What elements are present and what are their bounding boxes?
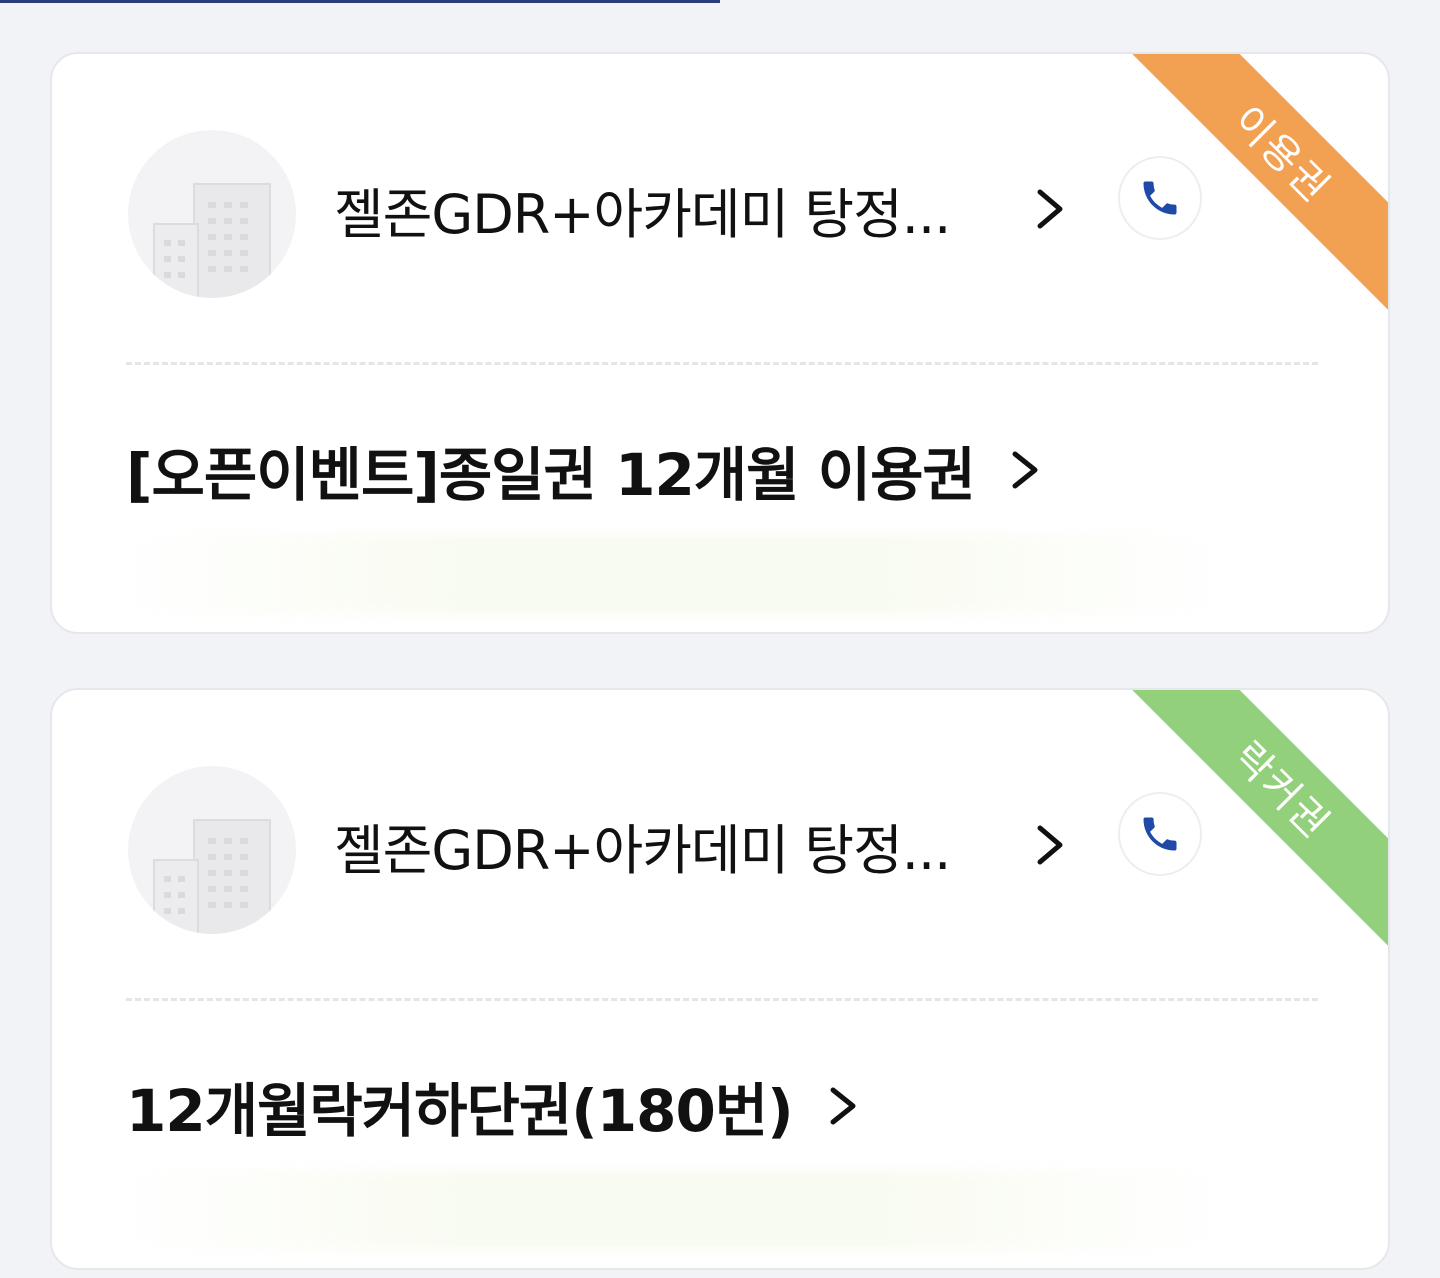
shop-name[interactable]: 젤존GDR+아카데미 탕정... xyxy=(334,170,951,249)
membership-card: 이용권 젤존GDR+아카데미 탕정... [오픈이벤트]종일권 12개월 이용권 xyxy=(50,52,1390,634)
card-divider xyxy=(126,998,1318,1001)
phone-icon xyxy=(1143,817,1177,851)
product-link[interactable]: 12개월락커하단권(180번) xyxy=(126,1068,861,1145)
phone-icon xyxy=(1143,181,1177,215)
product-name: [오픈이벤트]종일권 12개월 이용권 xyxy=(126,441,976,509)
redacted-details xyxy=(112,534,1232,614)
building-icon xyxy=(153,183,271,298)
redacted-details xyxy=(112,1170,1232,1250)
chevron-right-icon[interactable] xyxy=(1030,820,1070,870)
shop-avatar xyxy=(128,130,296,298)
chevron-right-icon xyxy=(1012,451,1038,489)
shop-avatar xyxy=(128,766,296,934)
chevron-right-icon xyxy=(830,1087,856,1125)
chevron-right-icon[interactable] xyxy=(1030,184,1070,234)
shop-name[interactable]: 젤존GDR+아카데미 탕정... xyxy=(334,806,951,885)
membership-card: 락커권 젤존GDR+아카데미 탕정... 12개월락커하단권(180번) xyxy=(50,688,1390,1270)
product-name: 12개월락커하단권(180번) xyxy=(126,1077,794,1145)
call-button[interactable] xyxy=(1118,792,1202,876)
product-link[interactable]: [오픈이벤트]종일권 12개월 이용권 xyxy=(126,432,1043,509)
call-button[interactable] xyxy=(1118,156,1202,240)
top-progress-line xyxy=(0,0,720,3)
building-icon xyxy=(153,819,271,934)
card-divider xyxy=(126,362,1318,365)
